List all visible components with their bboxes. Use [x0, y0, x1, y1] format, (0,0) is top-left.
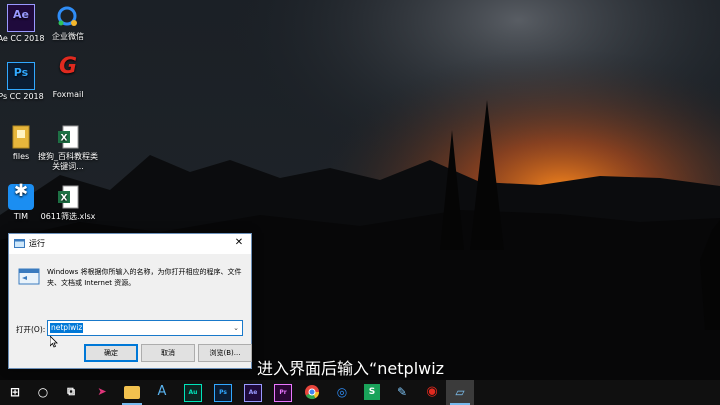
icon-badge: G — [58, 54, 78, 79]
search-circle-icon: ○ — [37, 385, 49, 399]
run-dialog-description: Windows 将根据你所输入的名称，为你打开相应的程序、文件夹、文档或 Int… — [47, 268, 242, 287]
desktop-icon-foxmail[interactable]: G Foxmail — [38, 54, 98, 100]
pointer-app-icon: ➤ — [97, 385, 107, 398]
chrome-icon — [305, 385, 320, 400]
cortana-button[interactable]: ○ — [29, 380, 57, 405]
audition-icon: Au — [184, 384, 202, 402]
taskbar-photoshop[interactable]: Ps — [208, 380, 236, 405]
browse-button[interactable]: 浏览(B)... — [198, 344, 252, 362]
close-icon[interactable]: ✕ — [231, 235, 247, 251]
desktop-icon-0611-xlsx[interactable]: X 0611筛选.xlsx — [38, 184, 98, 222]
taskbar-app-a[interactable]: A — [148, 380, 176, 405]
taskbar-wps-sheet[interactable]: S — [358, 380, 386, 405]
desktop-icon-label: Foxmail — [52, 90, 84, 99]
taskbar-wecom[interactable]: ◎ — [328, 380, 356, 405]
app-a-icon: A — [157, 384, 167, 399]
photoshop-icon: Ps — [7, 62, 35, 90]
desktop-icon-sogou-xlsx[interactable]: X 搜狗_百科教程类关键词... — [38, 124, 98, 172]
taskbar-run[interactable]: ▱ — [446, 380, 474, 405]
taskbar-file-explorer[interactable] — [118, 380, 146, 405]
premiere-icon: Pr — [274, 384, 292, 402]
svg-text:X: X — [61, 134, 68, 144]
windows-logo-icon: ⊞ — [9, 385, 21, 399]
after-effects-icon: Ae — [7, 4, 35, 32]
run-dialog-titlebar[interactable]: 运行 ✕ — [9, 234, 251, 254]
taskbar: ⊞ ○ ⧉ ➤ A Au Ps Ae Pr ◎ S ✎ ◉ ▱ — [0, 380, 720, 405]
text-cursor-icon — [50, 336, 58, 348]
task-view-button[interactable]: ⧉ — [57, 380, 85, 405]
ok-button[interactable]: 确定 — [84, 344, 138, 362]
taskbar-chrome[interactable] — [298, 380, 326, 405]
icon-badge: Ps — [13, 66, 29, 79]
taskbar-audition[interactable]: Au — [178, 380, 206, 405]
video-subtitle: 进入界面后输入“netplwiz — [257, 359, 445, 378]
icon-badge: Ae — [13, 8, 29, 21]
tim-icon: ✱ — [8, 181, 34, 210]
folder-icon — [124, 386, 140, 399]
run-dialog-title: 运行 — [29, 239, 45, 248]
desktop-icon-label: 搜狗_百科教程类关键词... — [38, 152, 98, 171]
run-app-icon: ▱ — [455, 385, 465, 399]
svg-text:X: X — [61, 194, 68, 204]
after-effects-icon: Ae — [244, 384, 262, 402]
record-icon: ◉ — [426, 384, 438, 399]
folder-icon — [8, 124, 34, 150]
desktop-icon-label: 企业微信 — [52, 32, 84, 41]
taskbar-app-record[interactable]: ◉ — [418, 380, 446, 405]
run-program-icon — [18, 268, 40, 285]
taskbar-app-pointer[interactable]: ➤ — [88, 380, 116, 405]
taskbar-premiere[interactable]: Pr — [268, 380, 296, 405]
icon-badge: ✱ — [13, 181, 29, 201]
photoshop-icon: Ps — [214, 384, 232, 402]
open-input-value: netplwiz — [50, 323, 84, 333]
taskbar-app-pen[interactable]: ✎ — [388, 380, 416, 405]
open-field-label: 打开(O): — [16, 325, 46, 334]
chevron-down-icon[interactable]: ⌄ — [233, 321, 239, 335]
desktop-icon-wecom[interactable]: 企业微信 — [38, 4, 98, 42]
run-dialog: 运行 ✕ Windows 将根据你所输入的名称，为你打开相应的程序、文件夹、文档… — [8, 233, 252, 369]
wecom-icon — [55, 4, 81, 30]
pen-app-icon: ✎ — [396, 385, 408, 399]
cancel-button[interactable]: 取消 — [141, 344, 195, 362]
excel-file-icon: X — [55, 124, 81, 150]
wecom-icon: ◎ — [336, 385, 348, 399]
start-button[interactable]: ⊞ — [1, 380, 29, 405]
foxmail-icon: G — [55, 54, 81, 88]
open-input[interactable]: netplwiz ⌄ — [47, 320, 243, 336]
taskbar-after-effects[interactable]: Ae — [238, 380, 266, 405]
run-app-icon — [14, 239, 25, 248]
excel-file-icon: X — [55, 184, 81, 210]
wps-sheet-icon: S — [364, 384, 380, 400]
task-view-icon: ⧉ — [67, 385, 75, 398]
desktop-icon-label: 0611筛选.xlsx — [40, 212, 96, 221]
